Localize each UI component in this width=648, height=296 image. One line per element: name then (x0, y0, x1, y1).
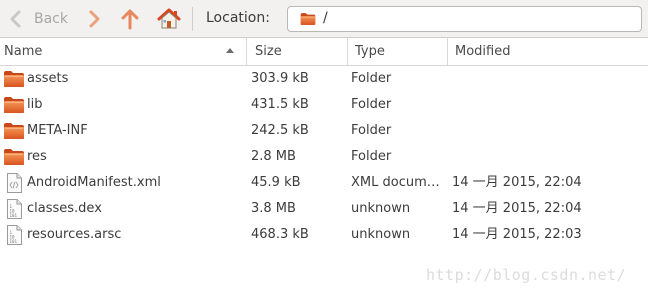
folder-icon (3, 95, 25, 115)
toolbar: Back Location: / (0, 0, 648, 38)
file-name: META-INF (27, 123, 88, 138)
file-modified: 14 一月 2015, 22:04 (452, 175, 582, 190)
file-row[interactable]: META-INF 242.5 kB Folder (0, 118, 648, 144)
location-label: Location: (206, 10, 270, 26)
file-size: 45.9 kB (251, 175, 301, 190)
file-modified: 14 一月 2015, 22:03 (452, 227, 582, 242)
up-button[interactable] (116, 6, 144, 32)
file-type: unknown (351, 201, 411, 216)
file-name: resources.arsc (27, 227, 122, 242)
binary-file-icon (5, 199, 23, 219)
file-type: Folder (351, 97, 392, 112)
column-header-name-label: Name (4, 44, 43, 59)
file-row[interactable]: resources.arsc 468.3 kB unknown 14 一月 20… (0, 222, 648, 248)
arrow-up-icon (121, 9, 139, 30)
sort-ascending-icon (226, 48, 234, 53)
file-type: Folder (351, 71, 392, 86)
watermark: http://blog.csdn.net/ (426, 266, 627, 284)
file-name: lib (27, 97, 43, 112)
back-button[interactable]: Back (2, 6, 74, 32)
file-modified: 14 一月 2015, 22:04 (452, 201, 582, 216)
folder-icon (300, 12, 316, 26)
folder-icon (3, 121, 25, 141)
column-header-modified[interactable]: Modified (448, 38, 648, 65)
toolbar-separator (192, 7, 193, 31)
file-name: classes.dex (27, 201, 102, 216)
arrow-left-icon (10, 10, 21, 28)
column-header-size-label: Size (255, 44, 282, 59)
column-header-size[interactable]: Size (247, 38, 348, 65)
file-row[interactable]: res 2.8 MB Folder (0, 144, 648, 170)
file-row[interactable]: AndroidManifest.xml 45.9 kB XML docum… 1… (0, 170, 648, 196)
file-size: 431.5 kB (251, 97, 309, 112)
file-list: assets 303.9 kB Folder lib 431.5 kB Fold… (0, 66, 648, 248)
home-button[interactable] (154, 5, 184, 33)
file-type: Folder (351, 123, 392, 138)
file-size: 468.3 kB (251, 227, 309, 242)
file-name: AndroidManifest.xml (27, 175, 161, 190)
column-header-name[interactable]: Name (0, 38, 247, 65)
file-type: Folder (351, 149, 392, 164)
forward-button[interactable] (80, 6, 108, 32)
column-header-modified-label: Modified (455, 44, 511, 59)
file-type: XML docum… (351, 175, 440, 190)
file-row[interactable]: assets 303.9 kB Folder (0, 66, 648, 92)
file-name: res (27, 149, 47, 164)
location-path[interactable]: / (323, 10, 328, 26)
file-type: unknown (351, 227, 411, 242)
column-header-type-label: Type (355, 44, 385, 59)
file-row[interactable]: classes.dex 3.8 MB unknown 14 一月 2015, 2… (0, 196, 648, 222)
location-field[interactable]: / (287, 6, 642, 32)
column-header: Name Size Type Modified (0, 38, 648, 66)
file-size: 303.9 kB (251, 71, 309, 86)
folder-icon (3, 69, 25, 89)
file-size: 3.8 MB (251, 201, 296, 216)
folder-icon (3, 147, 25, 167)
arrow-right-icon (89, 10, 100, 28)
xml-file-icon (5, 173, 23, 193)
file-size: 242.5 kB (251, 123, 309, 138)
file-size: 2.8 MB (251, 149, 296, 164)
back-label: Back (34, 11, 68, 27)
column-header-type[interactable]: Type (348, 38, 448, 65)
file-name: assets (27, 71, 69, 86)
file-row[interactable]: lib 431.5 kB Folder (0, 92, 648, 118)
home-icon (157, 8, 181, 29)
binary-file-icon (5, 225, 23, 245)
